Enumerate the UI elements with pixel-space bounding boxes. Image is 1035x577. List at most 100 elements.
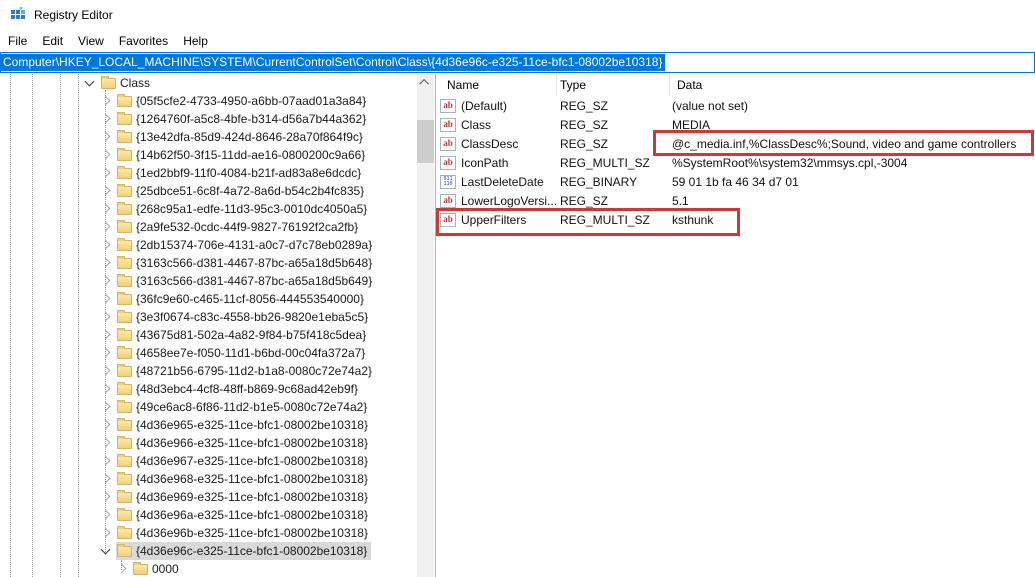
chevron-collapsed-icon[interactable]: [101, 510, 111, 520]
tree-item-label-group[interactable]: {3163c566-d381-4467-87bc-a65a18d5b649}: [116, 272, 376, 290]
tree-item[interactable]: {4d36e969-e325-11ce-bfc1-08002be10318}: [0, 488, 435, 506]
tree-item[interactable]: {14b62f50-3f15-11dd-ae16-0800200c9a66}: [0, 146, 435, 164]
chevron-collapsed-icon[interactable]: [101, 114, 111, 124]
tree-item[interactable]: {2a9fe532-0cdc-44f9-9827-76192f2ca2fb}: [0, 218, 435, 236]
tree-item-label-group[interactable]: {3163c566-d381-4467-87bc-a65a18d5b648}: [116, 254, 376, 272]
tree-item[interactable]: {43675d81-502a-4a82-9f84-b75f418c5dea}: [0, 326, 435, 344]
tree-item-label-group[interactable]: {4d36e967-e325-11ce-bfc1-08002be10318}: [116, 452, 372, 470]
value-name-cell[interactable]: abLowerLogoVersi...: [438, 194, 557, 208]
menu-favorites[interactable]: Favorites: [119, 32, 175, 50]
chevron-collapsed-icon[interactable]: [101, 276, 111, 286]
chevron-collapsed-icon[interactable]: [101, 258, 111, 268]
chevron-collapsed-icon[interactable]: [101, 168, 111, 178]
tree-item-label-group[interactable]: {36fc9e60-c465-11cf-8056-444553540000}: [116, 290, 368, 308]
tree-item[interactable]: {4d36e968-e325-11ce-bfc1-08002be10318}: [0, 470, 435, 488]
chevron-collapsed-icon[interactable]: [101, 528, 111, 538]
tree-item[interactable]: {3163c566-d381-4467-87bc-a65a18d5b648}: [0, 254, 435, 272]
chevron-collapsed-icon[interactable]: [101, 456, 111, 466]
menu-edit[interactable]: Edit: [42, 32, 70, 50]
tree-item-label-group[interactable]: {4d36e96a-e325-11ce-bfc1-08002be10318}: [116, 506, 372, 524]
chevron-collapsed-icon[interactable]: [101, 366, 111, 376]
chevron-collapsed-icon[interactable]: [101, 132, 111, 142]
chevron-collapsed-icon[interactable]: [101, 150, 111, 160]
tree-item[interactable]: {268c95a1-edfe-11d3-95c3-0010dc4050a5}: [0, 200, 435, 218]
value-name-cell[interactable]: abClassDesc: [438, 137, 557, 151]
tree-item-label-group[interactable]: Class: [100, 74, 154, 92]
tree-item[interactable]: {4d36e967-e325-11ce-bfc1-08002be10318}: [0, 452, 435, 470]
menu-help[interactable]: Help: [183, 32, 215, 50]
tree-item-selected[interactable]: {4d36e96c-e325-11ce-bfc1-08002be10318}: [116, 542, 371, 560]
tree-item-label-group[interactable]: {49ce6ac8-6f86-11d2-b1e5-0080c72e74a2}: [116, 398, 371, 416]
tree-item-label-group[interactable]: {4658ee7e-f050-11d1-b6bd-00c04fa372a7}: [116, 344, 369, 362]
tree-scrollbar[interactable]: [417, 74, 434, 577]
tree-item[interactable]: {4d36e96b-e325-11ce-bfc1-08002be10318}: [0, 524, 435, 542]
value-name-cell[interactable]: ab(Default): [438, 99, 557, 113]
column-header-name[interactable]: Name: [438, 74, 557, 96]
tree-item[interactable]: 0000: [0, 560, 435, 577]
tree-item[interactable]: {25dbce51-6c8f-4a72-8a6d-b54c2b4fc835}: [0, 182, 435, 200]
tree-item-label-group[interactable]: {13e42dfa-85d9-424d-8646-28a70f864f9c}: [116, 128, 367, 146]
chevron-collapsed-icon[interactable]: [101, 402, 111, 412]
scrollbar-up-arrow-icon[interactable]: [417, 74, 434, 91]
tree-item-label-group[interactable]: {4d36e968-e325-11ce-bfc1-08002be10318}: [116, 470, 372, 488]
tree-item-label-group[interactable]: {1264760f-a5c8-4bfe-b314-d56a7b44a362}: [116, 110, 370, 128]
tree-item[interactable]: {49ce6ac8-6f86-11d2-b1e5-0080c72e74a2}: [0, 398, 435, 416]
scrollbar-thumb[interactable]: [417, 120, 434, 163]
chevron-expanded-icon[interactable]: [101, 545, 111, 555]
value-name-cell[interactable]: abClass: [438, 118, 557, 132]
address-bar[interactable]: Computer\HKEY_LOCAL_MACHINE\SYSTEM\Curre…: [0, 52, 1035, 73]
tree-item-label-group[interactable]: {1ed2bbf9-11f0-4084-b21f-ad83a8e6dcdc}: [116, 164, 365, 182]
tree-item[interactable]: {36fc9e60-c465-11cf-8056-444553540000}: [0, 290, 435, 308]
tree-item[interactable]: {4d36e96c-e325-11ce-bfc1-08002be10318}: [0, 542, 435, 560]
chevron-collapsed-icon[interactable]: [117, 564, 127, 574]
tree-item-label-group[interactable]: 0000: [132, 560, 183, 577]
tree-item[interactable]: {1264760f-a5c8-4bfe-b314-d56a7b44a362}: [0, 110, 435, 128]
tree-item-label-group[interactable]: {43675d81-502a-4a82-9f84-b75f418c5dea}: [116, 326, 370, 344]
value-row[interactable]: ab(Default)REG_SZ(value not set): [438, 96, 1035, 115]
chevron-collapsed-icon[interactable]: [101, 312, 111, 322]
tree-item-label-group[interactable]: {4d36e966-e325-11ce-bfc1-08002be10318}: [116, 434, 372, 452]
menu-view[interactable]: View: [78, 32, 111, 50]
tree-item-label-group[interactable]: {48721b56-6795-11d2-b1a8-0080c72e74a2}: [116, 362, 376, 380]
chevron-collapsed-icon[interactable]: [101, 294, 111, 304]
tree-item[interactable]: {4d36e965-e325-11ce-bfc1-08002be10318}: [0, 416, 435, 434]
tree-item[interactable]: {2db15374-706e-4131-a0c7-d7c78eb0289a}: [0, 236, 435, 254]
tree-item[interactable]: {05f5cfe2-4733-4950-a6bb-07aad01a3a84}: [0, 92, 435, 110]
menu-file[interactable]: File: [8, 32, 34, 50]
tree-item-label-group[interactable]: {4d36e969-e325-11ce-bfc1-08002be10318}: [116, 488, 372, 506]
value-name-cell[interactable]: abIconPath: [438, 156, 557, 170]
tree-item-label-group[interactable]: {25dbce51-6c8f-4a72-8a6d-b54c2b4fc835}: [116, 182, 368, 200]
chevron-collapsed-icon[interactable]: [101, 420, 111, 430]
chevron-collapsed-icon[interactable]: [101, 438, 111, 448]
chevron-collapsed-icon[interactable]: [101, 240, 111, 250]
tree-item[interactable]: {48d3ebc4-4cf8-48ff-b869-9c68ad42eb9f}: [0, 380, 435, 398]
value-row[interactable]: 011110LastDeleteDateREG_BINARY59 01 1b f…: [438, 172, 1035, 191]
tree-item-label-group[interactable]: {268c95a1-edfe-11d3-95c3-0010dc4050a5}: [116, 200, 371, 218]
column-header-type[interactable]: Type: [557, 74, 670, 96]
tree-item[interactable]: {13e42dfa-85d9-424d-8646-28a70f864f9c}: [0, 128, 435, 146]
tree-item[interactable]: {1ed2bbf9-11f0-4084-b21f-ad83a8e6dcdc}: [0, 164, 435, 182]
tree-item[interactable]: {48721b56-6795-11d2-b1a8-0080c72e74a2}: [0, 362, 435, 380]
tree-item[interactable]: {4d36e96a-e325-11ce-bfc1-08002be10318}: [0, 506, 435, 524]
tree-item[interactable]: {3163c566-d381-4467-87bc-a65a18d5b649}: [0, 272, 435, 290]
tree-item[interactable]: {4d36e966-e325-11ce-bfc1-08002be10318}: [0, 434, 435, 452]
chevron-collapsed-icon[interactable]: [101, 384, 111, 394]
tree-item[interactable]: {4658ee7e-f050-11d1-b6bd-00c04fa372a7}: [0, 344, 435, 362]
chevron-collapsed-icon[interactable]: [101, 330, 111, 340]
tree-item-label-group[interactable]: {2a9fe532-0cdc-44f9-9827-76192f2ca2fb}: [116, 218, 362, 236]
chevron-collapsed-icon[interactable]: [101, 204, 111, 214]
chevron-collapsed-icon[interactable]: [101, 492, 111, 502]
chevron-collapsed-icon[interactable]: [101, 96, 111, 106]
column-header-data[interactable]: Data: [670, 74, 1035, 96]
chevron-collapsed-icon[interactable]: [101, 222, 111, 232]
chevron-collapsed-icon[interactable]: [101, 474, 111, 484]
tree-item-label-group[interactable]: {14b62f50-3f15-11dd-ae16-0800200c9a66}: [116, 146, 369, 164]
chevron-collapsed-icon[interactable]: [101, 348, 111, 358]
tree-item-label-group[interactable]: {4d36e965-e325-11ce-bfc1-08002be10318}: [116, 416, 372, 434]
tree-item-label-group[interactable]: {48d3ebc4-4cf8-48ff-b869-9c68ad42eb9f}: [116, 380, 362, 398]
tree-item-label-group[interactable]: {3e3f0674-c83c-4558-bb26-9820e1eba5c5}: [116, 308, 372, 326]
tree-item[interactable]: {3e3f0674-c83c-4558-bb26-9820e1eba5c5}: [0, 308, 435, 326]
tree-item[interactable]: Class: [0, 74, 435, 92]
tree-item-label-group[interactable]: {05f5cfe2-4733-4950-a6bb-07aad01a3a84}: [116, 92, 370, 110]
chevron-collapsed-icon[interactable]: [101, 186, 111, 196]
